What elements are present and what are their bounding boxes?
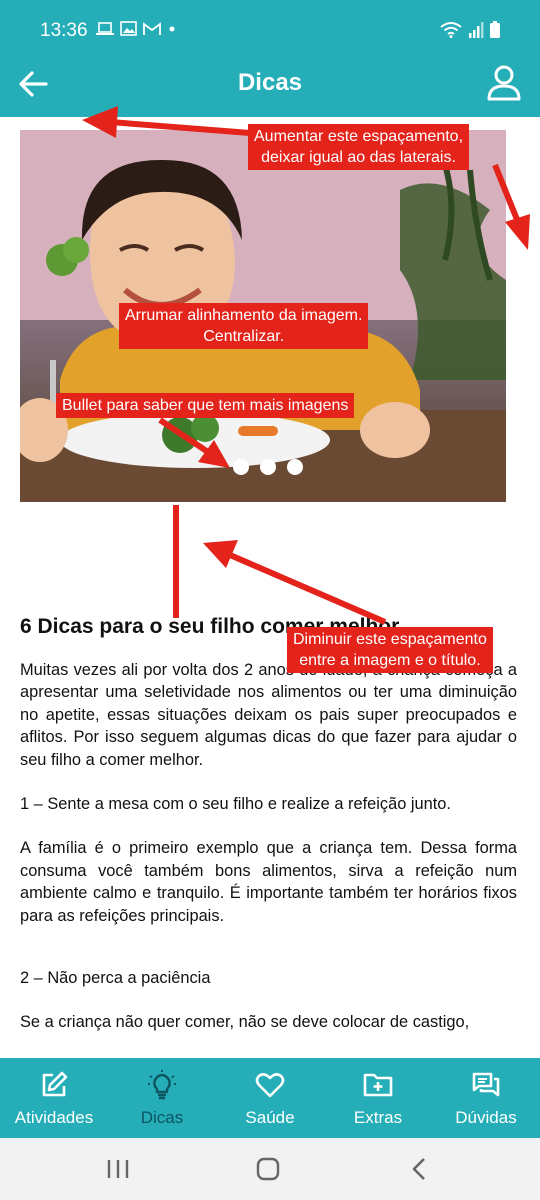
laptop-icon: [96, 21, 114, 35]
annotation-spacing-title: Diminuir este espaçamento entre a imagem…: [287, 627, 493, 673]
nav-item-saude[interactable]: Saúde: [216, 1058, 324, 1138]
carousel-indicators: [233, 459, 303, 475]
image-icon: [120, 21, 137, 36]
recent-apps-icon[interactable]: [103, 1156, 133, 1182]
system-navigation-bar: [0, 1138, 540, 1200]
battery-icon: [490, 21, 500, 38]
nav-label: Saúde: [245, 1108, 295, 1127]
heart-icon: [255, 1073, 285, 1098]
annotation-spacing-top: Aumentar este espaçamento, deixar igual …: [248, 124, 470, 170]
edit-icon: [42, 1071, 68, 1097]
folder-plus-icon: [363, 1073, 393, 1097]
nav-label: Extras: [353, 1108, 403, 1127]
lightbulb-icon: [148, 1070, 176, 1100]
carousel-dot[interactable]: [233, 459, 249, 475]
nav-item-extras[interactable]: Extras: [324, 1058, 432, 1138]
article-paragraph: A família é o primeiro exemplo que a cri…: [20, 839, 517, 925]
user-icon[interactable]: [484, 62, 524, 102]
nav-label: Dúvidas: [455, 1108, 517, 1127]
system-back-icon[interactable]: [405, 1156, 435, 1182]
dot-icon: [169, 26, 175, 31]
status-bar: 13:36: [0, 0, 540, 60]
article-body: Muitas vezes ali por volta dos 2 anos de…: [20, 659, 517, 1034]
nav-label: Dicas: [140, 1108, 184, 1127]
nav-item-dicas[interactable]: Dicas: [108, 1058, 216, 1138]
home-icon[interactable]: [253, 1156, 283, 1182]
wifi-icon: [440, 21, 462, 38]
article-paragraph: Muitas vezes ali por volta dos 2 anos de…: [20, 661, 517, 769]
chat-icon: [472, 1072, 500, 1097]
signal-icon: [469, 21, 484, 38]
article-paragraph: 2 – Não perca a paciência: [20, 969, 211, 988]
page-title: Dicas: [237, 69, 303, 96]
article-paragraph: Se a criança não quer comer, não se deve…: [20, 1013, 470, 1032]
app-bar: Dicas: [0, 60, 540, 117]
system-icons: [440, 21, 500, 38]
status-time: 13:36: [40, 20, 88, 41]
carousel-dot[interactable]: [260, 459, 276, 475]
annotation-image-alignment: Arrumar alinhamento da imagem. Centraliz…: [119, 303, 369, 349]
annotation-bullet: Bullet para saber que tem mais imagens: [56, 393, 355, 418]
carousel-dot[interactable]: [287, 459, 303, 475]
nav-item-duvidas[interactable]: Dúvidas: [432, 1058, 540, 1138]
notification-icons: [96, 21, 177, 36]
gmail-icon: [143, 21, 161, 35]
article-paragraph: 1 – Sente a mesa com o seu filho e reali…: [20, 795, 451, 814]
bottom-navigation: Atividades Dicas Saúde Extras Dúvidas: [0, 1058, 540, 1138]
nav-item-atividades[interactable]: Atividades: [0, 1058, 108, 1138]
nav-label: Atividades: [14, 1108, 94, 1127]
